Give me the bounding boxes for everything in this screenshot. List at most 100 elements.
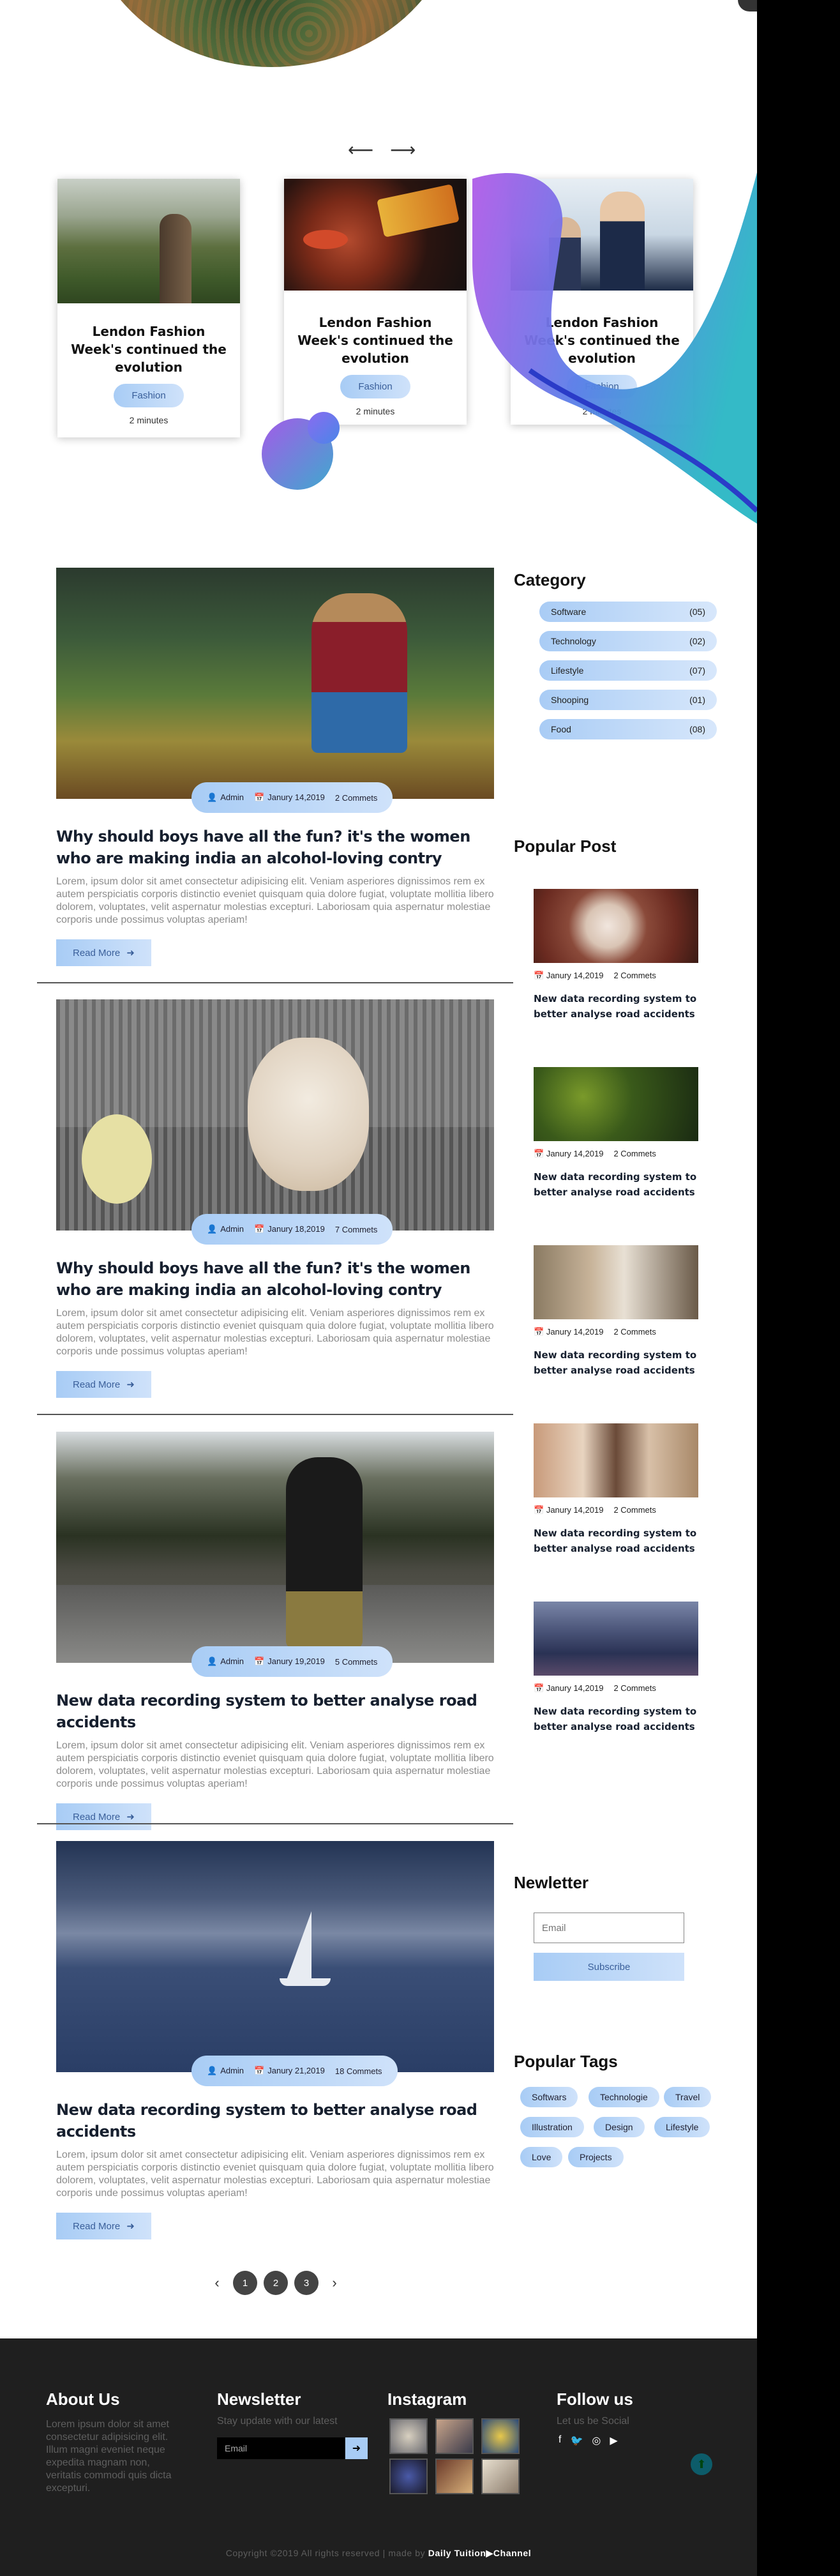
card-read-time: 2 minutes (129, 415, 169, 425)
read-more-button[interactable]: Read More ➜ (56, 2213, 151, 2239)
post-date: Janury 18,2019 (267, 1224, 325, 1234)
subscribe-button[interactable]: Subscribe (534, 1953, 684, 1981)
calendar-icon: 📅 (534, 1505, 546, 1515)
popular-tags-heading: Popular Tags (514, 2052, 618, 2071)
footer-instagram-heading: Instagram (387, 2390, 467, 2409)
instagram-thumb[interactable] (435, 2459, 474, 2494)
footer-submit-arrow-icon[interactable]: ➜ (345, 2437, 368, 2459)
tag-softwars[interactable]: Softwars (520, 2087, 578, 2107)
popular-post-image (534, 1602, 698, 1676)
post-comments[interactable]: 18 Commets (335, 2066, 382, 2076)
twitter-icon[interactable]: 🐦 (570, 2434, 583, 2447)
popular-post-title[interactable]: New data recording system to better anal… (534, 1169, 698, 1200)
category-item-shooping[interactable]: Shooping (01) (539, 690, 717, 710)
tag-technologie[interactable]: Technologie (589, 2087, 659, 2107)
tag-illustration[interactable]: Illustration (520, 2117, 584, 2137)
post-title[interactable]: New data recording system to better anal… (56, 1690, 494, 1733)
popular-post-title[interactable]: New data recording system to better anal… (534, 991, 698, 1022)
category-item-lifestyle[interactable]: Lifestyle (07) (539, 660, 717, 681)
copyright-brand[interactable]: Daily Tuition (428, 2548, 486, 2558)
post-title[interactable]: New data recording system to better anal… (56, 2099, 494, 2142)
popular-post[interactable]: 📅 Janury 14,2019 2 Commets New data recor… (534, 1067, 698, 1200)
post-excerpt: Lorem, ipsum dolor sit amet consectetur … (56, 1740, 494, 1789)
post-date: Janury 21,2019 (267, 2066, 325, 2075)
post-author[interactable]: Admin (220, 1224, 244, 1234)
read-more-button[interactable]: Read More ➜ (56, 1371, 151, 1398)
post-comments[interactable]: 2 Commets (335, 793, 377, 803)
footer-about-text: Lorem ipsum dolor sit amet consectetur a… (46, 2419, 172, 2494)
tag-travel[interactable]: Travel (664, 2087, 712, 2107)
copyright: Copyright ©2019 All rights reserved | ma… (0, 2548, 757, 2559)
post-title[interactable]: Why should boys have all the fun? it's t… (56, 1257, 494, 1301)
category-name: Software (551, 607, 587, 617)
post-author[interactable]: Admin (220, 1656, 244, 1666)
footer-newsletter-heading: Newsletter (217, 2390, 301, 2409)
page-3-button[interactable]: 3 (294, 2271, 319, 2295)
post-comments[interactable]: 5 Commets (335, 1657, 377, 1667)
tag-design[interactable]: Design (594, 2117, 645, 2137)
post-image[interactable]: 👤 Admin 📅 Janury 14,2019 2 Commets (56, 568, 494, 813)
category-item-technology[interactable]: Technology (02) (539, 631, 717, 651)
tag-love[interactable]: Love (520, 2147, 563, 2167)
popular-post-title[interactable]: New data recording system to better anal… (534, 1347, 698, 1378)
post-image[interactable]: 👤 Admin 📅 Janury 19,2019 5 Commets (56, 1432, 494, 1677)
popular-post-title[interactable]: New data recording system to better anal… (534, 1526, 698, 1556)
decorative-circle-small (308, 412, 340, 444)
page-1-button[interactable]: 1 (233, 2271, 257, 2295)
pagination-prev-icon[interactable]: ‹ (207, 2275, 227, 2291)
category-item-food[interactable]: Food (08) (539, 719, 717, 739)
post-date: Janury 19,2019 (267, 1656, 325, 1666)
category-name: Lifestyle (551, 665, 584, 676)
instagram-thumb[interactable] (481, 2459, 520, 2494)
post-excerpt: Lorem, ipsum dolor sit amet consectetur … (56, 1308, 494, 1357)
copyright-text: Copyright ©2019 All rights reserved | ma… (225, 2548, 426, 2558)
tag-lifestyle[interactable]: Lifestyle (654, 2117, 710, 2137)
popular-post-comments: 2 Commets (613, 971, 656, 980)
popular-post-image (534, 1067, 698, 1141)
read-more-button[interactable]: Read More ➜ (56, 939, 151, 966)
post-author[interactable]: Admin (220, 2066, 244, 2075)
post-meta: 👤 Admin 📅 Janury 14,2019 2 Commets (191, 782, 393, 813)
popular-post[interactable]: 📅 Janury 14,2019 2 Commets New data recor… (534, 1245, 698, 1378)
card-tag[interactable]: Fashion (340, 375, 410, 398)
popular-post[interactable]: 📅 Janury 14,2019 2 Commets New data recor… (534, 1602, 698, 1734)
instagram-thumb[interactable] (389, 2418, 428, 2454)
footer-follow-heading: Follow us (557, 2390, 633, 2409)
pagination-next-icon[interactable]: › (325, 2275, 344, 2291)
slider-card[interactable]: Lendon Fashion Week's continued the evol… (57, 179, 240, 437)
card-tag[interactable]: Fashion (114, 384, 184, 407)
tag-projects[interactable]: Projects (568, 2147, 624, 2167)
popular-post-date: Janury 14,2019 (546, 1505, 604, 1515)
facebook-icon[interactable]: f (559, 2434, 561, 2447)
category-item-software[interactable]: Software (05) (539, 602, 717, 622)
instagram-icon[interactable]: ◎ (592, 2434, 601, 2447)
scroll-to-top-icon[interactable]: ⬆ (691, 2453, 712, 2475)
post-image[interactable]: 👤 Admin 📅 Janury 18,2019 7 Commets (56, 999, 494, 1245)
copyright-channel[interactable]: ▶Channel (486, 2548, 532, 2558)
youtube-icon[interactable]: ▶ (610, 2434, 617, 2447)
arrow-left-icon[interactable]: ⟵ (348, 139, 373, 160)
post-comments[interactable]: 7 Commets (335, 1225, 377, 1234)
post-excerpt: Lorem, ipsum dolor sit amet consectetur … (56, 876, 494, 925)
newsletter-email-input[interactable] (534, 1913, 684, 1943)
footer-email-input[interactable]: Email (217, 2437, 345, 2459)
post-meta: 👤 Admin 📅 Janury 18,2019 7 Commets (191, 1214, 393, 1245)
read-more-button[interactable]: Read More ➜ (56, 1803, 151, 1830)
post-author[interactable]: Admin (220, 792, 244, 802)
page-2-button[interactable]: 2 (264, 2271, 288, 2295)
hero-corner-decoration (738, 0, 757, 11)
popular-post[interactable]: 📅 Janury 14,2019 2 Commets New data recor… (534, 889, 698, 1022)
popular-post[interactable]: 📅 Janury 14,2019 2 Commets New data recor… (534, 1423, 698, 1556)
instagram-thumb[interactable] (435, 2418, 474, 2454)
post-image[interactable]: 👤 Admin 📅 Janury 21,2019 18 Commets (56, 1841, 494, 2086)
post-title[interactable]: Why should boys have all the fun? it's t… (56, 826, 494, 869)
instagram-thumb[interactable] (389, 2459, 428, 2494)
instagram-thumb[interactable] (481, 2418, 520, 2454)
arrow-right-icon[interactable]: ⟶ (390, 139, 416, 160)
popular-post-image (534, 1245, 698, 1319)
calendar-icon: 📅 (254, 1224, 265, 1234)
card-title: Lendon Fashion Week's continued the evol… (297, 315, 453, 366)
post-meta: 👤 Admin 📅 Janury 19,2019 5 Commets (191, 1646, 393, 1677)
user-icon: 👤 (207, 2066, 218, 2075)
popular-post-title[interactable]: New data recording system to better anal… (534, 1704, 698, 1734)
